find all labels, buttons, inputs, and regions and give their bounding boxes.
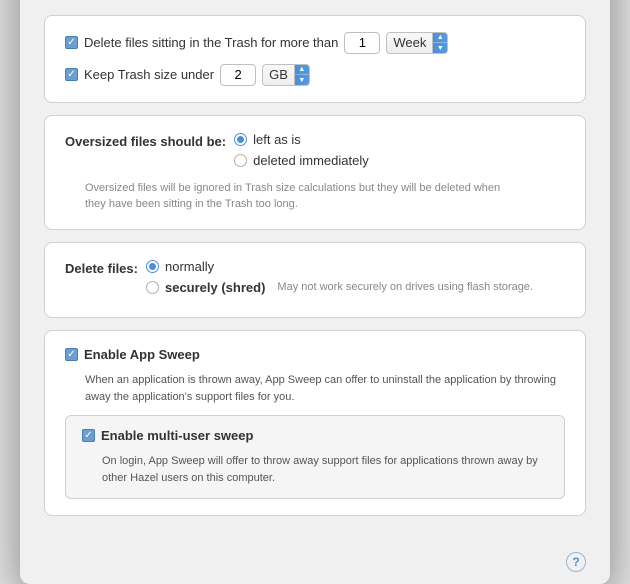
radio-left-as[interactable] [234,133,247,146]
radio-securely-row: securely (shred) May not work securely o… [146,280,533,295]
gb-up[interactable]: ▲ [295,65,309,76]
multi-user-checkbox[interactable] [82,429,95,442]
delete-mode-section: Delete files: normally securely (shred) … [44,242,586,318]
keep-trash-checkbox[interactable] [65,68,78,81]
radio-delete-immediately[interactable] [234,154,247,167]
multi-user-label: Enable multi-user sweep [101,428,253,443]
radio-normally-inner [149,263,156,270]
oversized-section: Oversized files should be: left as is de… [44,115,586,230]
delete-files-label: Delete files sitting in the Trash for mo… [84,35,338,50]
delete-files-row: Delete files sitting in the Trash for mo… [65,32,565,54]
delete-mode-label: Delete files: [65,259,138,276]
delete-keep-section: Delete files sitting in the Trash for mo… [44,15,586,103]
app-sweep-label: Enable App Sweep [84,347,200,362]
radio-delete-immediately-row: deleted immediately [234,153,369,168]
unit-stepper[interactable]: ▲ ▼ [433,32,448,54]
app-sweep-header-row: Enable App Sweep [65,347,565,362]
app-sweep-checkbox[interactable] [65,348,78,361]
radio-left-as-label: left as is [253,132,301,147]
app-sweep-section: Enable App Sweep When an application is … [44,330,586,516]
securely-hint: May not work securely on drives using fl… [277,280,533,295]
oversized-hint: Oversized files will be ignored in Trash… [85,180,505,213]
gb-down[interactable]: ▼ [295,75,309,85]
help-button[interactable]: ? [566,552,586,572]
radio-delete-immediately-label: deleted immediately [253,153,369,168]
main-content: Delete files sitting in the Trash for mo… [20,0,610,548]
keep-trash-row: Keep Trash size under GB ▲ ▼ [65,64,565,86]
gb-stepper[interactable]: ▲ ▼ [294,64,310,86]
footer: ? [20,548,610,584]
radio-securely-label: securely (shred) [165,280,265,295]
oversized-label: Oversized files should be: [65,132,226,149]
multi-user-desc: On login, App Sweep will offer to throw … [102,453,548,486]
radio-normally[interactable] [146,260,159,273]
gb-label: GB [262,64,294,86]
app-sweep-desc: When an application is thrown away, App … [85,372,565,405]
unit-up[interactable]: ▲ [433,33,447,44]
multi-user-section: Enable multi-user sweep On login, App Sw… [65,415,565,499]
keep-trash-label: Keep Trash size under [84,67,214,82]
window: ‹ › ⊞ Hazel 🔍 Folders Trash Info Delete … [20,0,610,584]
unit-label: Week [386,32,433,54]
delete-mode-radio-group: normally securely (shred) May not work s… [146,259,533,301]
keep-trash-value[interactable] [220,64,256,86]
delete-files-checkbox[interactable] [65,36,78,49]
radio-left-as-row: left as is [234,132,369,147]
radio-normally-row: normally [146,259,533,274]
trash-unit-select[interactable]: GB ▲ ▼ [262,64,310,86]
multi-user-header-row: Enable multi-user sweep [82,428,548,443]
delete-files-unit-select[interactable]: Week ▲ ▼ [386,32,448,54]
radio-normally-label: normally [165,259,214,274]
delete-files-value[interactable] [344,32,380,54]
radio-securely[interactable] [146,281,159,294]
radio-left-as-inner [237,136,244,143]
oversized-radio-group: left as is deleted immediately [234,132,369,174]
unit-down[interactable]: ▼ [433,43,447,53]
